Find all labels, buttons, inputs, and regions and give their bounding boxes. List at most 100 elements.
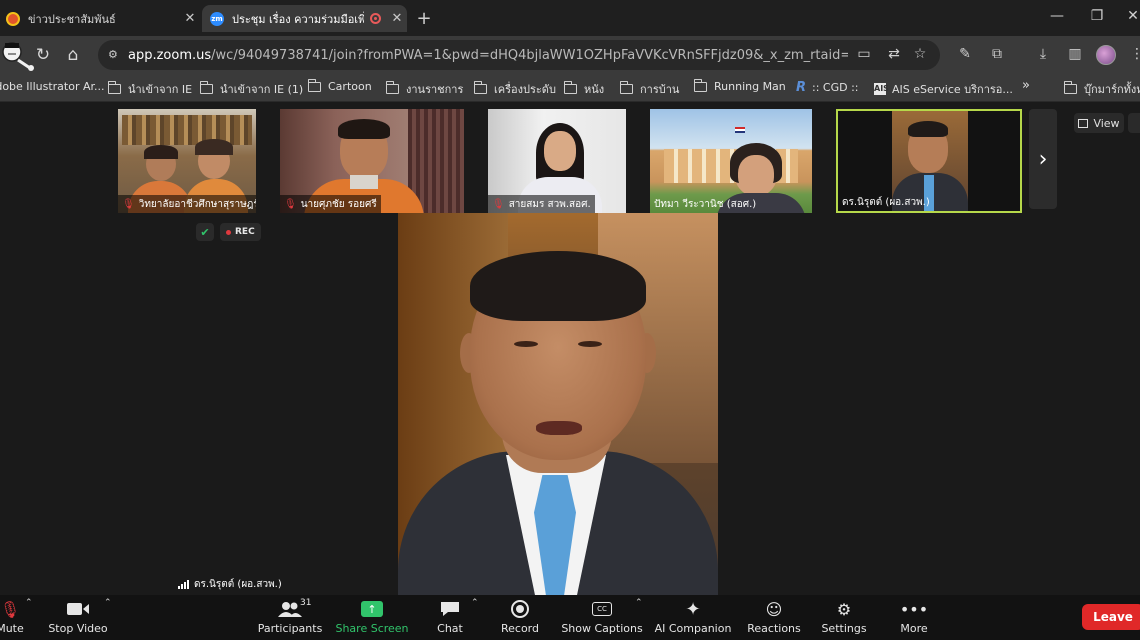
participant-name-bar: ปัทมา วีระวานิช (สอศ.) [650,195,760,213]
participant-name: ปัทมา วีระวานิช (สอศ.) [654,198,757,210]
closed-captions-icon: CC [592,598,612,620]
translate-icon[interactable]: ⇄ [884,46,904,62]
record-button[interactable]: Record [500,598,540,635]
audio-options-caret-icon[interactable]: ⌃ [25,598,33,608]
camera-permission-icon[interactable]: ▭ [854,46,874,62]
r-logo-icon: R [796,80,807,95]
bookmark-item[interactable]: AIS AIS eService บริการอ... [874,80,1013,98]
browser-tab-strip: ข่าวประชาสัมพันธ์ ✕ zm ประชุม เรื่อง ควา… [0,0,1140,36]
speaker-hair [470,251,646,321]
home-icon[interactable]: ⌂ [62,45,84,65]
bookmark-item[interactable]: Adobe Illustrator Ar... [0,80,105,93]
all-bookmarks-folder[interactable]: บุ๊กมาร์กทั้งหมด [1063,80,1140,98]
participant-hair [908,121,948,137]
site-favicon-icon [6,11,20,26]
participant-tile[interactable]: 🎙 วิทยาลัยอาชีวศึกษาสุราษฎร์ธานี [118,109,256,213]
more-bookmarks-button[interactable]: » [1022,78,1030,93]
bookmark-label: เครื่องประดับ [494,83,556,96]
download-icon[interactable]: ⤓ [1032,46,1054,62]
url-text: app.zoom.us/wc/94049738741/join?fromPWA=… [128,48,848,63]
new-tab-button[interactable]: + [414,8,434,29]
extension-mascot-icon[interactable] [0,38,36,72]
rec-label: REC [235,227,255,237]
minimize-window-icon[interactable]: — [1042,8,1072,24]
stop-video-button[interactable]: Stop Video [48,598,108,635]
bookmark-folder[interactable]: การบ้าน [619,80,680,98]
more-button[interactable]: ••• More [898,598,930,636]
bookmark-folder[interactable]: หนัง [563,80,605,98]
flag-icon [735,127,745,133]
reactions-button[interactable]: ☺ Reactions [747,598,801,636]
folder-icon [199,81,213,94]
close-window-icon[interactable]: ✕ [1118,8,1140,24]
bookmark-label: หนัง [584,83,605,96]
participant-hair [195,139,233,155]
settings-label: Settings [821,622,867,635]
view-button[interactable]: View [1074,113,1124,133]
folder-icon [563,81,577,94]
ai-companion-button[interactable]: ✦ AI Companion [655,598,732,636]
bookmark-folder[interactable]: เครื่องประดับ [473,80,556,98]
participant-tile[interactable]: 🎙 สายสมร สวพ.สอศ. [488,109,626,213]
recording-indicator-icon [370,13,381,24]
main-speaker-video [398,213,718,595]
mic-muted-icon: 🎙 [122,198,135,210]
more-dots-icon: ••• [899,599,929,619]
chat-label: Chat [437,622,463,635]
participant-tile[interactable]: 🎙 นายศุภชัย รอยศรี [280,109,464,213]
close-tab-icon[interactable]: ✕ [387,11,407,26]
chat-options-caret-icon[interactable]: ⌃ [471,598,479,608]
speaker-name: ดร.นิรุตต์ (ผอ.สวพ.) [194,578,282,590]
participants-button[interactable]: Participants [258,598,322,635]
browser-tab-news[interactable]: ข่าวประชาสัมพันธ์ ✕ [0,5,200,32]
chat-bubble-icon [440,598,460,620]
browser-menu-icon[interactable]: ⋮ [1126,46,1140,62]
participants-icon [278,598,302,620]
show-captions-button[interactable]: CC Show Captions [561,598,643,635]
bookmark-folder[interactable]: นำเข้าจาก IE (1) [199,80,303,98]
settings-button[interactable]: ⚙ Settings [821,598,867,636]
folder-icon [473,81,487,94]
participant-name: ดร.นิรุตต์ (ผอ.สวพ.) [842,196,930,208]
bookmark-folder[interactable]: Running Man [693,78,786,93]
meeting-controls-toolbar: 🎙 Mute ⌃ Stop Video ⌃ Participants 31 ↑ … [0,595,1140,640]
chat-button[interactable]: Chat [432,598,468,635]
close-tab-icon[interactable]: ✕ [180,11,200,26]
next-page-button[interactable]: › [1029,109,1057,209]
meeting-area: 🎙 วิทยาลัยอาชีวศึกษาสุราษฎร์ธานี 🎙 นายศุ… [0,103,1140,595]
address-bar[interactable]: ⚙ app.zoom.us/wc/94049738741/join?fromPW… [98,40,940,70]
audio-level-icon [178,579,190,589]
fullscreen-button[interactable] [1128,113,1140,133]
share-screen-button[interactable]: ↑ Share Screen [335,598,409,635]
extensions-puzzle-icon[interactable]: ⧉ [986,46,1008,62]
restore-window-icon[interactable]: ❐ [1082,8,1112,24]
bookmark-star-icon[interactable]: ☆ [910,46,930,62]
bookmark-label: การบ้าน [640,83,680,96]
reactions-label: Reactions [747,622,801,635]
bookmark-label: บุ๊กมาร์กทั้งหมด [1084,83,1140,96]
reload-icon[interactable]: ↻ [32,45,54,65]
profile-avatar[interactable] [1096,45,1116,65]
participant-tile-active-speaker[interactable]: ดร.นิรุตต์ (ผอ.สวพ.) [836,109,1022,213]
bookmark-folder[interactable]: Cartoon [307,78,372,93]
site-settings-icon[interactable]: ⚙ [108,48,122,62]
participant-tile[interactable]: ปัทมา วีระวานิช (สอศ.) [650,109,812,213]
participant-name: นายศุภชัย รอยศรี [300,198,377,210]
captions-options-caret-icon[interactable]: ⌃ [635,598,643,608]
leave-meeting-button[interactable]: Leave [1082,604,1140,630]
tab-title: ประชุม เรื่อง ความร่วมมือเพิ่มมูลค่า [232,12,364,26]
speaker-eye [514,341,538,347]
shelf-background [122,115,252,145]
recording-badge[interactable]: REC [220,223,261,241]
active-speaker-label: ดร.นิรุตต์ (ผอ.สวพ.) [178,575,282,593]
folder-icon [1063,81,1077,94]
browser-tab-zoom[interactable]: zm ประชุม เรื่อง ความร่วมมือเพิ่มมูลค่า … [202,5,407,32]
mic-muted-icon: 🎙 [492,198,505,210]
bookmark-item[interactable]: R:: CGD :: [796,80,859,95]
side-panel-icon[interactable]: ▥ [1064,46,1086,62]
bookmark-folder[interactable]: งานราชการ [385,80,463,98]
video-options-caret-icon[interactable]: ⌃ [104,598,112,608]
bookmark-folder[interactable]: นำเข้าจาก IE [107,80,192,98]
pin-extension-icon[interactable]: ✎ [954,46,976,62]
encryption-shield-icon[interactable]: ✔ [196,223,214,241]
